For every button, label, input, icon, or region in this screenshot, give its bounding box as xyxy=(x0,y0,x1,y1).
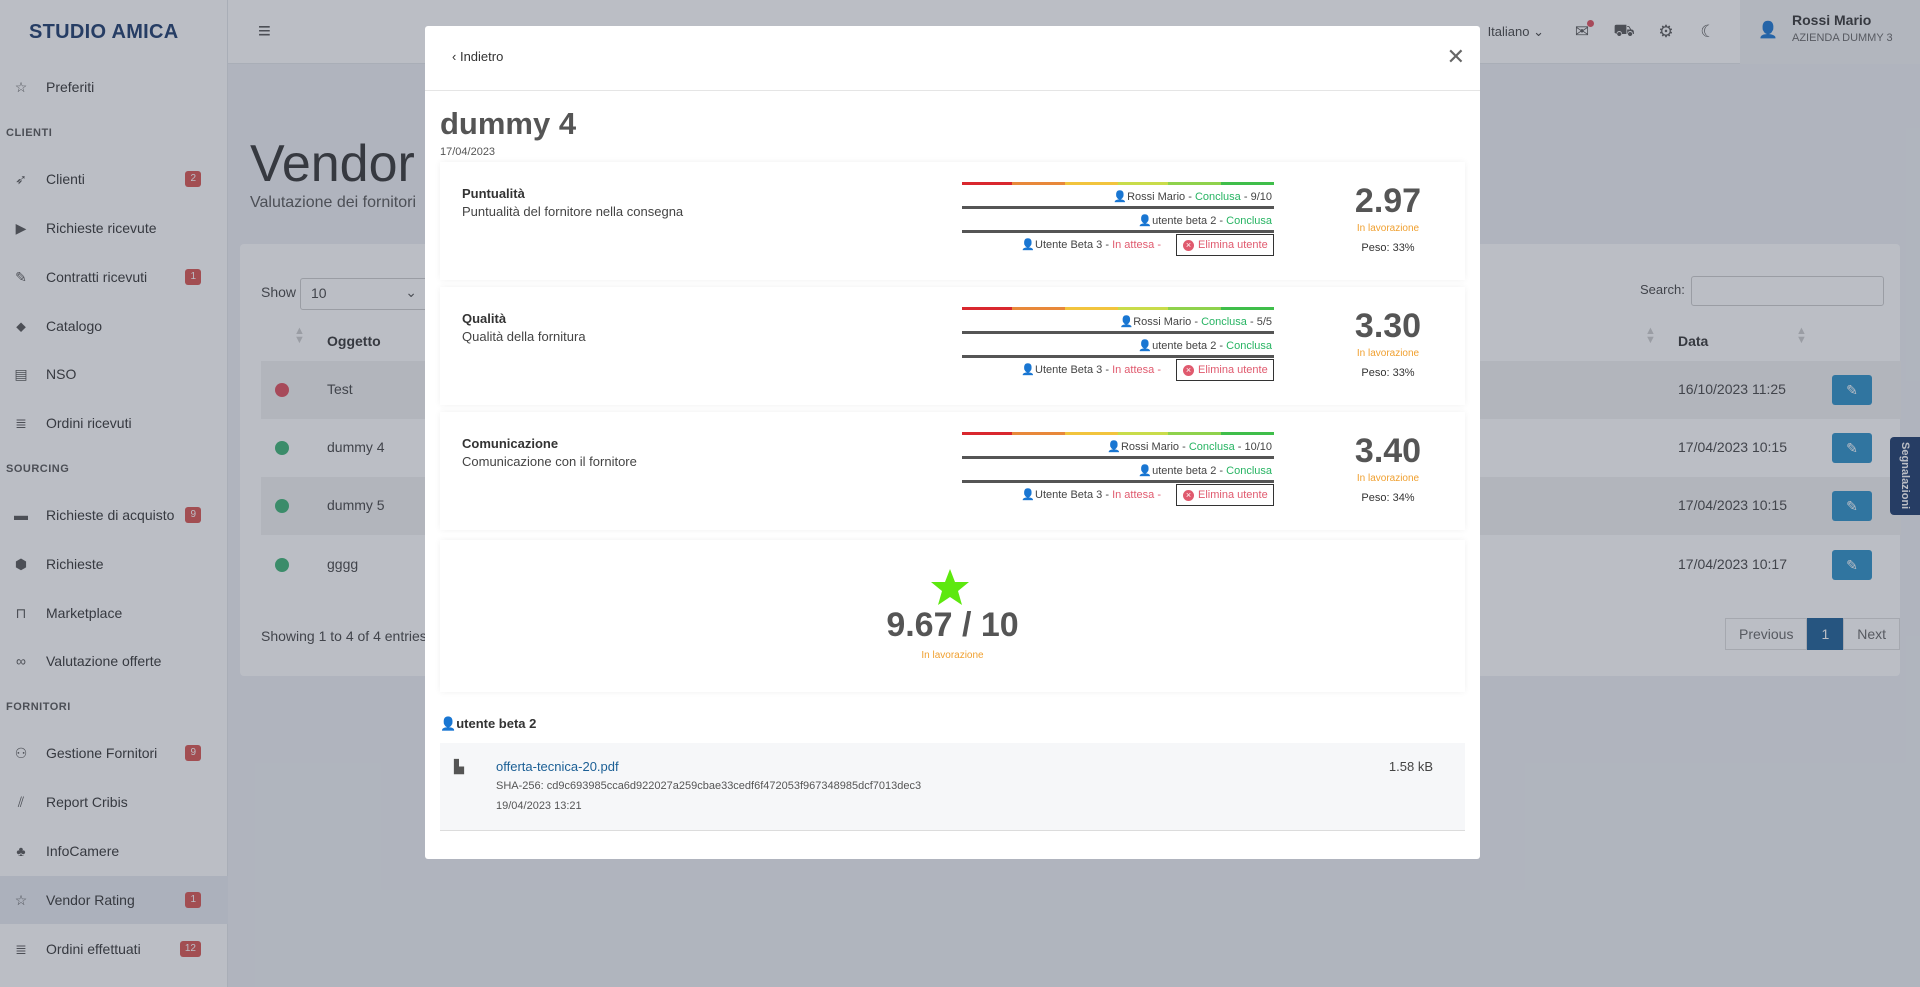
eval-user: utente beta 2 xyxy=(1152,340,1217,352)
remove-user-button[interactable]: × Elimina utente xyxy=(1176,234,1274,256)
evaluation-separator xyxy=(962,206,1274,209)
total-state: In lavorazione xyxy=(921,650,984,661)
criterion-description: Comunicazione con il fornitore xyxy=(462,454,637,469)
evaluation-line: 👤utente beta 2 - Conclusa xyxy=(1138,215,1272,227)
criterion-description: Qualità della fornitura xyxy=(462,329,586,344)
eval-user: Rossi Mario xyxy=(1120,441,1180,453)
evaluation-line: 👤Utente Beta 3 - In attesa - xyxy=(1021,239,1161,251)
criterion-card: Qualità Qualità della fornitura 👤Rossi M… xyxy=(440,287,1465,405)
attachment-item: ▙ offerta-tecnica-20.pdf SHA-256: cd9c69… xyxy=(440,743,1465,831)
eval-user: utente beta 2 xyxy=(1152,215,1217,227)
close-icon[interactable]: ✕ xyxy=(1447,44,1465,70)
remove-user-button[interactable]: × Elimina utente xyxy=(1176,359,1274,381)
rating-scale-bar xyxy=(962,432,1274,435)
pdf-file-icon: ▙ xyxy=(454,759,464,774)
eval-status: In attesa xyxy=(1112,364,1155,376)
eval-user: Rossi Mario xyxy=(1127,191,1186,203)
evaluation-separator xyxy=(962,331,1274,334)
attachment-user: 👤utente beta 2 xyxy=(440,716,536,732)
criterion-weight: Peso: 34% xyxy=(1361,492,1415,504)
criterion-name: Comunicazione xyxy=(462,436,559,451)
eval-status: Conclusa xyxy=(1226,215,1272,227)
user-icon: 👤 xyxy=(1021,239,1035,251)
total-score: 9.67 / 10 xyxy=(886,606,1019,644)
evaluation-line: 👤Utente Beta 3 - In attesa - xyxy=(1021,489,1161,501)
criterion-score: 3.40 xyxy=(1354,432,1422,470)
criterion-weight: Peso: 33% xyxy=(1361,367,1415,379)
remove-user-label: Elimina utente xyxy=(1198,239,1268,251)
eval-user: Utente Beta 3 xyxy=(1035,489,1103,501)
eval-user: Utente Beta 3 xyxy=(1035,364,1103,376)
evaluation-separator xyxy=(962,355,1274,358)
total-score-card: 9.67 / 10 In lavorazione xyxy=(440,540,1465,692)
remove-user-button[interactable]: × Elimina utente xyxy=(1176,484,1274,506)
criterion-description: Puntualità del fornitore nella consegna xyxy=(462,204,684,219)
eval-user: utente beta 2 xyxy=(1152,465,1217,477)
eval-status: In attesa xyxy=(1112,239,1155,251)
evaluation-line: 👤Rossi Mario - Conclusa - 10/10 xyxy=(1107,441,1272,453)
attachment-hash: SHA-256: cd9c693985cca6d922027a259cbae33… xyxy=(496,780,922,792)
attachment-user-name: utente beta 2 xyxy=(456,716,537,731)
modal-date: 17/04/2023 xyxy=(440,146,496,158)
modal-header: ‹ Indietro ✕ xyxy=(425,26,1480,91)
close-circle-icon: × xyxy=(1183,364,1194,376)
vendor-rating-modal: ‹ Indietro ✕ dummy 4 17/04/2023 Puntuali… xyxy=(425,26,1480,859)
back-button[interactable]: ‹ Indietro xyxy=(452,49,503,64)
eval-user: Utente Beta 3 xyxy=(1035,239,1103,251)
criterion-state: In lavorazione xyxy=(1356,473,1420,484)
eval-vote: 10/10 xyxy=(1244,441,1272,453)
rating-scale-bar xyxy=(962,307,1274,310)
evaluation-line: 👤Rossi Mario - Conclusa - 9/10 xyxy=(1113,191,1272,203)
user-icon: 👤 xyxy=(1138,215,1153,227)
close-circle-icon: × xyxy=(1183,239,1194,251)
remove-user-label: Elimina utente xyxy=(1198,364,1268,376)
user-icon: 👤 xyxy=(1107,441,1121,453)
evaluation-separator xyxy=(962,456,1274,459)
user-icon: 👤 xyxy=(1138,465,1153,477)
criterion-name: Puntualità xyxy=(462,186,525,201)
eval-status: Conclusa xyxy=(1226,340,1272,352)
rating-scale-bar xyxy=(962,182,1274,185)
criterion-score: 3.30 xyxy=(1354,307,1422,345)
criterion-card: Comunicazione Comunicazione con il forni… xyxy=(440,412,1465,530)
attachment-link[interactable]: offerta-tecnica-20.pdf xyxy=(496,759,619,774)
eval-status: Conclusa xyxy=(1194,191,1241,203)
eval-status: Conclusa xyxy=(1226,465,1272,477)
modal-title: dummy 4 xyxy=(440,106,577,141)
close-circle-icon: × xyxy=(1183,489,1194,501)
criterion-weight: Peso: 33% xyxy=(1361,242,1415,254)
star-icon xyxy=(931,569,969,605)
evaluation-separator xyxy=(962,230,1274,233)
remove-user-label: Elimina utente xyxy=(1198,489,1268,501)
chevron-left-icon: ‹ xyxy=(452,49,460,64)
user-icon: 👤 xyxy=(440,716,457,731)
back-label: Indietro xyxy=(459,49,504,64)
criterion-card: Puntualità Puntualità del fornitore nell… xyxy=(440,162,1465,280)
evaluation-line: 👤utente beta 2 - Conclusa xyxy=(1138,340,1272,352)
eval-vote: 5/5 xyxy=(1256,316,1272,328)
user-icon: 👤 xyxy=(1119,316,1134,328)
evaluation-separator xyxy=(962,480,1274,483)
criterion-state: In lavorazione xyxy=(1356,223,1420,234)
user-icon: 👤 xyxy=(1113,191,1128,203)
eval-vote: 9/10 xyxy=(1250,191,1272,203)
evaluation-line: 👤utente beta 2 - Conclusa xyxy=(1138,465,1272,477)
attachment-size: 1.58 kB xyxy=(1388,759,1433,774)
evaluation-line: 👤Rossi Mario - Conclusa - 5/5 xyxy=(1119,316,1273,328)
evaluation-line: 👤Utente Beta 3 - In attesa - xyxy=(1021,364,1161,376)
eval-status: Conclusa xyxy=(1188,441,1235,453)
criterion-state: In lavorazione xyxy=(1356,348,1420,359)
user-icon: 👤 xyxy=(1138,340,1153,352)
eval-user: Rossi Mario xyxy=(1133,316,1192,328)
user-icon: 👤 xyxy=(1021,489,1035,501)
criterion-name: Qualità xyxy=(462,311,507,326)
user-icon: 👤 xyxy=(1021,364,1035,376)
attachment-date: 19/04/2023 13:21 xyxy=(496,800,582,812)
criterion-score: 2.97 xyxy=(1354,182,1422,220)
eval-status: In attesa xyxy=(1112,489,1155,501)
eval-status: Conclusa xyxy=(1201,316,1247,328)
